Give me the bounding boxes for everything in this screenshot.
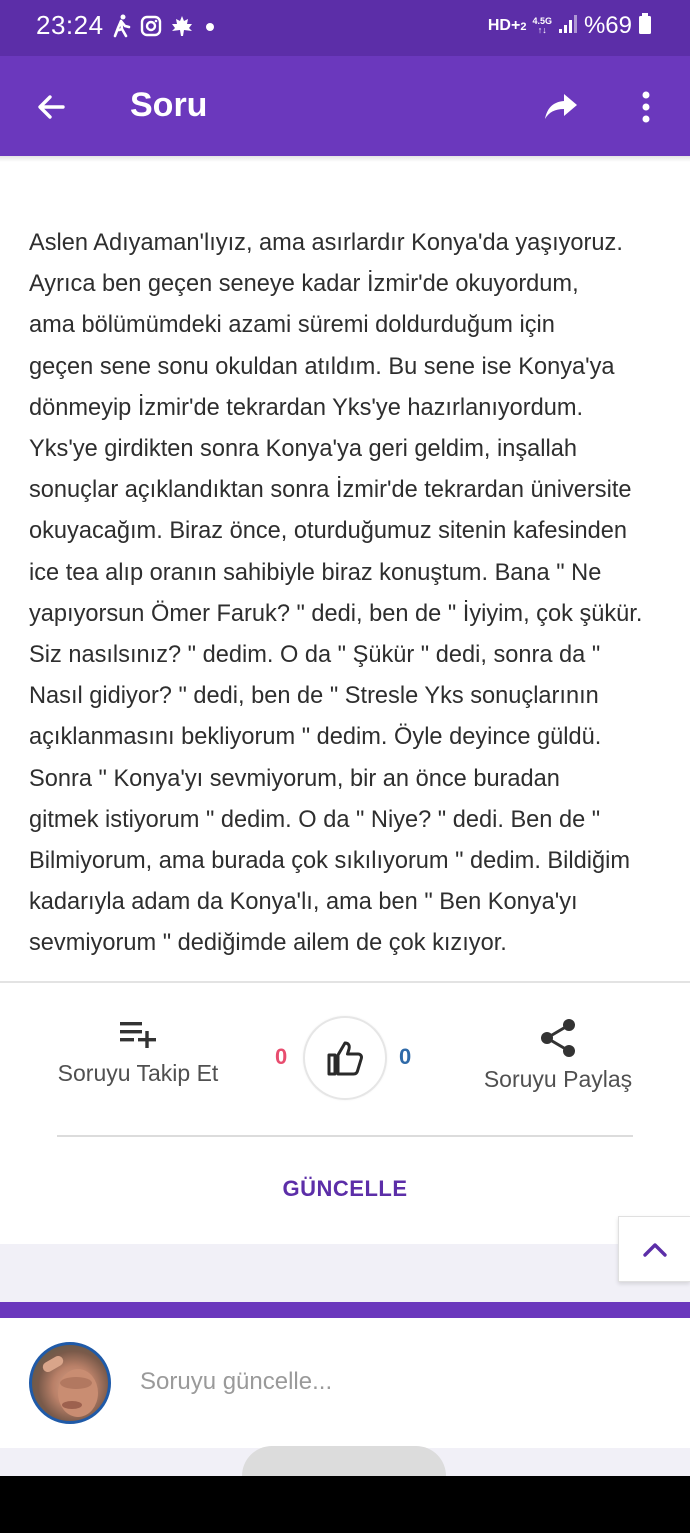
- question-line: okuyacağım. Biraz önce, oturduğumuz site…: [29, 518, 628, 545]
- like-button[interactable]: [303, 1016, 387, 1100]
- system-navigation-bar: [0, 1476, 690, 1533]
- question-line: dönmeyip İzmir'de tekrardan Yks'ye hazır…: [29, 394, 584, 421]
- network-generation: 4.5G ↑↓: [532, 16, 552, 35]
- walk-icon: [112, 14, 132, 38]
- status-system-icons: HD+2 4.5G ↑↓ %69: [488, 12, 652, 40]
- share-nodes-icon: [478, 1018, 638, 1058]
- question-line: Siz nasılsınız? " dedim. O da " Şükür " …: [29, 642, 601, 669]
- scroll-to-top-button[interactable]: [618, 1216, 690, 1282]
- question-line: Yks'ye girdikten sonra Konya'ya geri gel…: [29, 436, 578, 463]
- share-button[interactable]: [536, 82, 586, 132]
- question-line: açıklanmasını bekliyorum " dedim. Öyle d…: [29, 724, 602, 751]
- app-bar-shadow: [0, 156, 690, 162]
- divider: [0, 981, 690, 983]
- network-type: HD+2: [487, 17, 527, 34]
- dislike-count: 0: [275, 1044, 288, 1069]
- update-question-button[interactable]: GÜNCELLE: [0, 1176, 690, 1202]
- question-line: sonuçlar açıklandıktan sonra İzmir'de te…: [29, 477, 632, 504]
- question-line: geçen sene sonu okuldan atıldım. Bu sene…: [29, 353, 615, 380]
- maple-leaf-icon: [170, 15, 194, 37]
- follow-label: Soruyu Takip Et: [57, 1060, 219, 1086]
- status-time: 23:24: [36, 10, 104, 40]
- question-line: Sonra " Konya'yı sevmiyorum, bir an önce…: [29, 765, 560, 792]
- question-body: Aslen Adıyaman'lıyız, ama asırlardır Kon…: [29, 223, 669, 965]
- like-count: 0: [399, 1044, 412, 1069]
- divider: [57, 1135, 633, 1137]
- battery-icon: [638, 12, 652, 40]
- question-line: Aslen Adıyaman'lıyız, ama asırlardır Kon…: [29, 230, 623, 256]
- page-title: Soru: [130, 86, 208, 124]
- question-line: ice tea alıp oranın sahibiyle biraz konu…: [29, 559, 602, 586]
- question-line: kadarıyla adam da Konya'lı, ama ben " Be…: [29, 889, 578, 916]
- more-vertical-icon: [642, 91, 650, 123]
- composer-accent-bar: [0, 1302, 690, 1318]
- question-line: Nasıl gidiyor? " dedi, ben de " Stresle …: [29, 683, 599, 710]
- share-question-button[interactable]: Soruyu Paylaş: [478, 1018, 638, 1093]
- share-arrow-icon: [545, 94, 577, 119]
- more-options-button[interactable]: [626, 82, 666, 132]
- status-notification-icons: [112, 14, 218, 38]
- composer: [0, 1318, 690, 1448]
- section-spacer: [0, 1244, 690, 1302]
- playlist-add-icon: [50, 1018, 226, 1052]
- status-bar: 23:24 HD+2 4.5G ↑↓ %69: [0, 0, 690, 56]
- instagram-icon: [140, 15, 162, 37]
- back-arrow-icon: [38, 95, 65, 119]
- app-bar: Soru: [0, 56, 690, 156]
- follow-question-button[interactable]: Soruyu Takip Et: [50, 1018, 226, 1087]
- question-line: ama bölümümdeki azami süremi doldurduğum…: [29, 312, 555, 339]
- signal-icon: [558, 14, 578, 39]
- question-screen: 23:24 HD+2 4.5G ↑↓ %69 Soru Aslen Adıyam…: [0, 0, 690, 1533]
- chevron-up-icon: [642, 1243, 667, 1257]
- question-line: Bilmiyorum, ama burada çok sıkılıyorum "…: [29, 848, 631, 875]
- question-line: sevmiyorum " dediğimde ailem de çok kızı…: [29, 930, 507, 957]
- thumbs-up-icon: [327, 1041, 363, 1076]
- update-question-input[interactable]: [140, 1368, 640, 1396]
- user-avatar[interactable]: [29, 1342, 111, 1424]
- question-line: gitmek istiyorum " dedim. O da " Niye? "…: [29, 806, 601, 833]
- dot-icon: [202, 15, 218, 37]
- battery-level: %69: [583, 12, 632, 39]
- question-line: Ayrıca ben geçen seneye kadar İzmir'de o…: [29, 271, 579, 298]
- share-label: Soruyu Paylaş: [483, 1066, 633, 1092]
- back-button[interactable]: [26, 82, 76, 132]
- question-line: yapıyorsun Ömer Faruk? " dedi, ben de " …: [29, 600, 643, 627]
